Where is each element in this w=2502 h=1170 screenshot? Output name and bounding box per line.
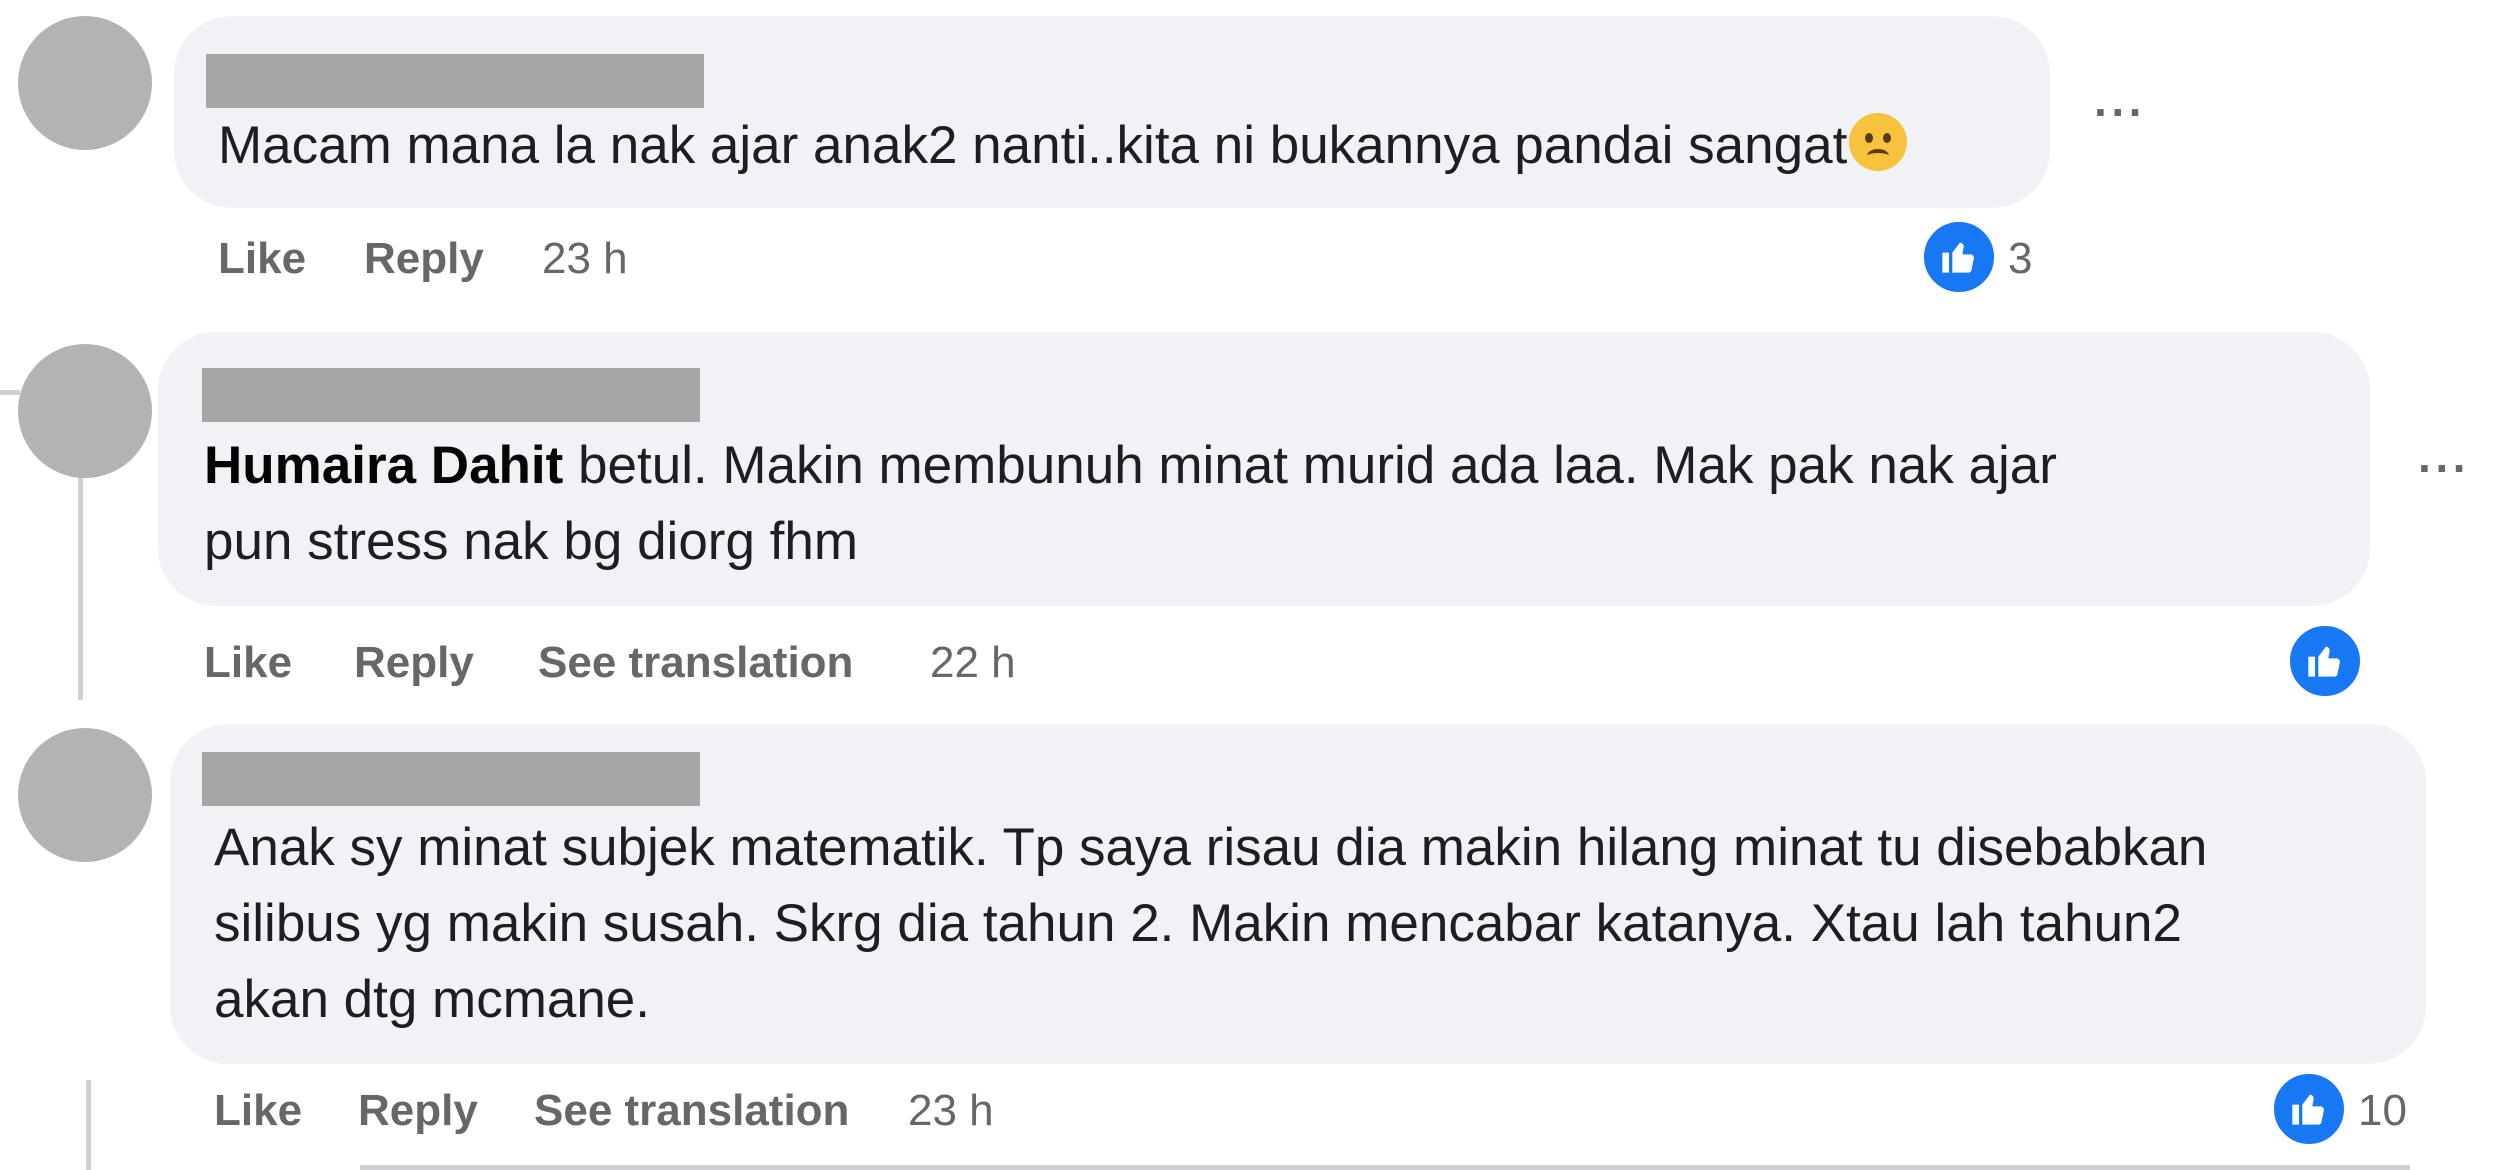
like-button[interactable]: Like [204, 638, 292, 688]
avatar[interactable] [18, 344, 152, 478]
avatar[interactable] [18, 16, 152, 150]
timestamp[interactable]: 23 h [908, 1086, 994, 1136]
see-translation-button[interactable]: See translation [538, 638, 853, 688]
like-button[interactable]: Like [214, 1086, 302, 1136]
comment-text-line-2: pun stress nak bg diorg fhm [204, 512, 859, 571]
avatar[interactable] [18, 728, 152, 862]
like-reaction-icon[interactable] [1920, 218, 1998, 296]
see-translation-button[interactable]: See translation [534, 1086, 849, 1136]
reaction-count[interactable]: 10 [2358, 1086, 2407, 1136]
more-options-icon[interactable]: ··· [2094, 89, 2146, 135]
reply-button[interactable]: Reply [358, 1086, 478, 1136]
reply-button[interactable]: Reply [364, 234, 484, 284]
redacted-author-name [202, 368, 700, 422]
thread-connector-line [78, 470, 83, 700]
timestamp[interactable]: 22 h [930, 638, 1016, 688]
like-reaction-icon[interactable] [2286, 622, 2364, 700]
redacted-author-name [206, 54, 704, 108]
more-options-icon[interactable]: ··· [2418, 445, 2470, 491]
comment-text-line-2: silibus yg makin susah. Skrg dia tahun 2… [214, 894, 2183, 953]
timestamp[interactable]: 23 h [542, 234, 628, 284]
comment-text-line-1: Humaira Dahit betul. Makin membunuh mina… [204, 436, 2057, 495]
thread-connector-elbow [0, 390, 20, 395]
redacted-author-name [202, 752, 700, 806]
comment-text: Macam mana la nak ajar anak2 nanti..kita… [218, 108, 1908, 184]
comment-text-line-3: akan dtg mcmane. [214, 970, 651, 1029]
like-button[interactable]: Like [218, 234, 306, 284]
mention-link[interactable]: Humaira Dahit [204, 436, 563, 495]
reply-button[interactable]: Reply [354, 638, 474, 688]
reaction-count[interactable]: 3 [2008, 234, 2032, 284]
comment-text-line-1: Anak sy minat subjek matematik. Tp saya … [214, 818, 2208, 877]
worried-face-icon [1849, 113, 1908, 171]
thread-connector-elbow [360, 1165, 2410, 1170]
like-reaction-icon[interactable] [2270, 1070, 2348, 1148]
thread-connector-line [86, 1080, 91, 1170]
